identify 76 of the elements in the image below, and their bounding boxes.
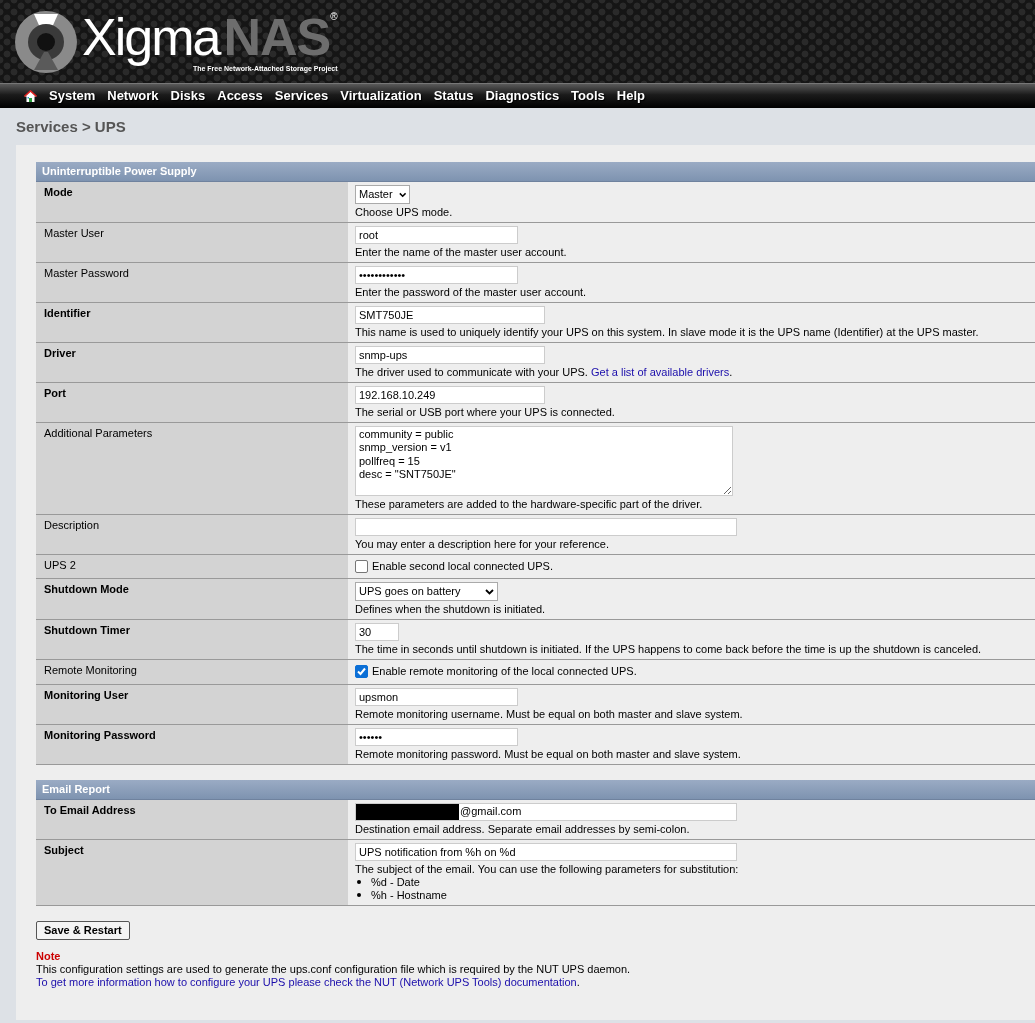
chevron-down-icon [398,191,406,198]
input-field[interactable]: 192.168.10.249 [355,386,545,405]
bullet-icon [357,880,361,885]
help-text: Remote monitoring username. Must be equal on both master and slave system. [355,707,744,721]
checkbox-label: Enable second local connected UPS. [372,560,553,574]
field-label: Mode [36,182,348,223]
nav-link[interactable]: Services [268,88,335,104]
home-icon[interactable] [24,89,37,103]
help-text: Remote monitoring password. Must be equal on both master and slave system. [355,747,742,761]
checkbox-label: Enable remote monitoring of the local connected UPS. [372,665,637,679]
input-field[interactable]: SMT750JE [355,306,545,325]
email-field[interactable]: @gmail.com [355,802,737,821]
input-field[interactable]: UPS notification from %h on %d [355,842,737,861]
help-text: The serial or USB port where your UPS is connected. [355,406,616,420]
input-field[interactable]: 30 [355,623,399,642]
input-field[interactable]: upsmon [355,687,518,706]
nav-link[interactable]: Tools [565,88,611,104]
registered-mark: ® [330,11,338,22]
nav-link[interactable]: Disks [164,88,212,104]
section-header: Email Report [36,779,1035,800]
field-label: Identifier [36,303,348,343]
input-field[interactable]: •••••••••••• [355,266,518,285]
input-field[interactable]: snmp-ups [355,346,545,365]
field-label: Shutdown Mode [36,579,348,620]
logo-text: NAS [223,11,331,63]
section-header: Uninterruptible Power Supply [36,162,1035,183]
dropdown[interactable]: Master [355,185,410,205]
field-label: Shutdown Timer [36,620,348,660]
field-label: UPS 2 [36,555,348,579]
help-text: Enter the name of the master user account. [355,246,568,260]
help-text: These parameters are added to the hardware-specific part of the driver. [355,498,704,512]
note-title: Note [36,949,62,964]
help-text: The time in seconds until shutdown is initiated. If the UPS happens to come back before the time is up the shutdown is canceled. [355,643,983,657]
field-label: Port [36,383,348,423]
input-field[interactable]: root [355,226,518,245]
input-field[interactable] [355,518,737,537]
dropdown[interactable]: UPS goes on battery [355,582,498,602]
nav-link[interactable]: Status [427,88,480,104]
field-label: Monitoring Password [36,724,348,764]
field-label: Master Password [36,263,348,303]
field-label: Remote Monitoring [36,660,348,684]
nav-link[interactable]: Diagnostics [479,88,566,104]
chevron-down-icon [485,588,494,595]
field-label: Subject [36,839,348,905]
field-label: Driver [36,343,348,383]
note-text: This configuration settings are used to generate the ups.conf configuration file which is required by the NUT UPS daemon. [36,963,632,977]
help-text: The subject of the email. You can use the following parameters for substitution: [355,862,740,876]
breadcrumb: Services > UPS [15,117,127,137]
field-label: To Email Address [36,799,348,839]
bullet-icon [357,893,361,898]
nav-link[interactable]: Help [610,88,651,104]
nav-link[interactable]: Access [211,88,269,104]
checkbox[interactable] [355,665,368,679]
field-label: Description [36,515,348,555]
help-text: You may enter a description here for your reference. [355,538,610,552]
help-text: Defines when the shutdown is initiated. [355,603,547,617]
checkbox[interactable] [355,560,368,574]
field-label: Additional Parameters [36,423,348,515]
field-label: Monitoring User [36,684,348,724]
help-text: The driver used to communicate with your UPS. Get a list of available drivers. [355,366,734,380]
help-text: Enter the password of the master user account. [355,286,588,300]
list-item: %d - Date [371,875,420,889]
text-area[interactable]: community = public snmp_version = v1 pollfreq = 15 desc = "SNT750JE" [355,426,733,497]
help-text: Choose UPS mode. [355,206,454,220]
field-label: Master User [36,223,348,263]
input-field[interactable]: •••••• [355,727,518,746]
save-button[interactable]: Save & Restart [36,920,130,940]
logo-icon [14,9,78,74]
help-text: Destination email address. Separate email addresses by semi-colon. [355,822,691,836]
nav-link[interactable]: Virtualization [334,88,428,104]
help-text: This name is used to uniquely identify your UPS on this system. In slave mode it is the UPS name (Identifier) at the UPS master. [355,326,980,340]
list-item: %h - Hostname [371,888,447,902]
punctuation: . [576,976,580,989]
nav-link[interactable]: Network [101,88,165,104]
nav-link[interactable]: System [43,88,102,104]
documentation-link[interactable]: To get more information how to configure your UPS please check the NUT (Network UPS Tools) documentation [36,976,577,989]
